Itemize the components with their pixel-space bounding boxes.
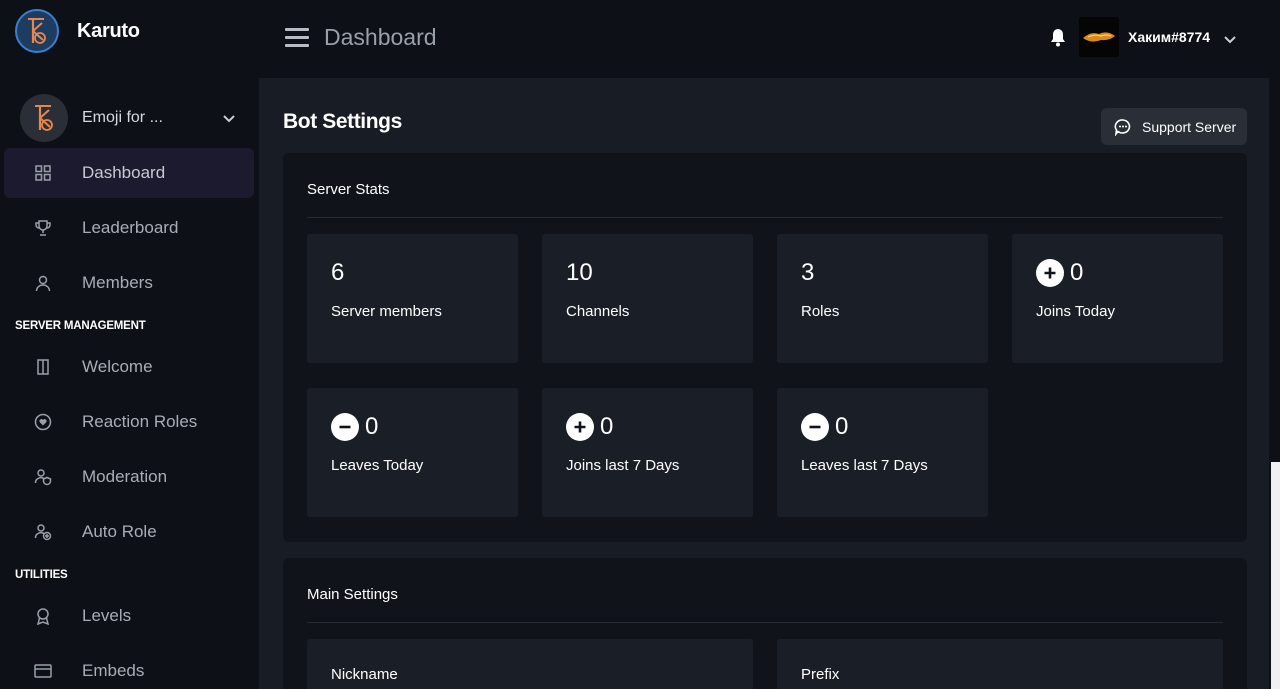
stat-label: Roles (801, 303, 840, 320)
sidebar-item-levels[interactable]: Levels (4, 591, 254, 641)
server-avatar (20, 94, 68, 142)
card-icon (34, 662, 52, 680)
prefix-setting[interactable]: Prefix (777, 639, 1223, 689)
sidebar-item-auto-role[interactable]: Auto Role (4, 507, 254, 557)
sidebar-item-reaction-roles[interactable]: Reaction Roles (4, 397, 254, 447)
stat-value: 0 (600, 413, 614, 440)
sidebar-item-label: Embeds (82, 661, 145, 680)
stat-value: 0 (835, 413, 849, 440)
panel-title: Main Settings (307, 586, 398, 603)
stat-value: 10 (566, 259, 593, 286)
setting-label: Nickname (331, 666, 398, 683)
minus-icon (331, 413, 359, 441)
stat-card-server-members: 6 Server members (307, 234, 518, 363)
sidebar-item-label: Reaction Roles (82, 412, 198, 431)
menu-icon[interactable] (285, 28, 309, 48)
sidebar-item-label: Dashboard (82, 163, 166, 182)
sidebar-item-leaderboard[interactable]: Leaderboard (4, 203, 254, 253)
stat-value: 0 (1070, 259, 1084, 286)
avatar[interactable] (1079, 17, 1119, 57)
stat-label: Joins last 7 Days (566, 457, 680, 474)
divider (307, 622, 1223, 623)
chat-icon (1114, 118, 1131, 136)
stat-card-joins-last-7-days: 0 Joins last 7 Days (542, 388, 753, 517)
chevron-down-icon[interactable] (1223, 32, 1237, 46)
support-server-button[interactable]: Support Server (1101, 108, 1247, 145)
stat-card-leaves-today: 0 Leaves Today (307, 388, 518, 517)
karuto-logo-icon (15, 9, 59, 53)
stat-label: Server members (331, 303, 442, 320)
door-icon (34, 358, 52, 376)
bell-icon[interactable] (1049, 27, 1067, 47)
user-icon (34, 274, 52, 292)
sidebar-item-moderation[interactable]: Moderation (4, 452, 254, 502)
sidebar-item-welcome[interactable]: Welcome (4, 342, 254, 392)
sidebar-item-label: Auto Role (82, 522, 157, 541)
server-stats-panel: Server Stats 6 Server members 10 Channel… (283, 153, 1247, 542)
stat-card-roles: 3 Roles (777, 234, 988, 363)
section-heading: Bot Settings (283, 110, 402, 133)
page-title: Dashboard (324, 24, 437, 50)
heart-circle-icon (34, 413, 52, 431)
main-content: Bot Settings Support Server Server Stats… (259, 78, 1269, 689)
section-title-server-management: SERVER MANAGEMENT (15, 320, 146, 332)
sidebar-item-label: Moderation (82, 467, 168, 486)
user-shield-icon (34, 468, 52, 486)
section-title-utilities: UTILITIES (15, 569, 68, 581)
grid-icon (34, 164, 52, 182)
scrollbar-thumb[interactable] (1271, 462, 1280, 689)
sidebar: Karuto Emoji for ... Dashboard Leaderboa… (0, 0, 259, 689)
top-bar: Dashboard Хаким#8774 (259, 0, 1280, 78)
stat-card-joins-today: 0 Joins Today (1012, 234, 1223, 363)
divider (307, 217, 1223, 218)
stat-card-channels: 10 Channels (542, 234, 753, 363)
stat-card-leaves-last-7-days: 0 Leaves last 7 Days (777, 388, 988, 517)
nickname-setting[interactable]: Nickname (307, 639, 753, 689)
stat-value: 6 (331, 259, 345, 286)
stat-label: Leaves Today (331, 457, 424, 474)
sidebar-item-embeds[interactable]: Embeds (4, 646, 254, 689)
sidebar-item-dashboard[interactable]: Dashboard (4, 148, 254, 198)
setting-label: Prefix (801, 666, 840, 683)
plus-icon (566, 413, 594, 441)
server-name: Emoji for ... (82, 109, 163, 126)
stat-label: Channels (566, 303, 630, 320)
stat-value: 0 (365, 413, 379, 440)
plus-icon (1036, 259, 1064, 287)
app-name: Karuto (77, 19, 140, 42)
sidebar-item-label: Members (82, 273, 153, 292)
user-name[interactable]: Хаким#8774 (1128, 29, 1210, 45)
panel-title: Server Stats (307, 181, 390, 198)
sidebar-item-label: Leaderboard (82, 218, 179, 237)
main-settings-panel: Main Settings Nickname Prefix (283, 558, 1247, 689)
user-plus-icon (34, 523, 52, 541)
sidebar-item-label: Levels (82, 606, 132, 625)
sidebar-item-members[interactable]: Members (4, 258, 254, 308)
stat-value: 3 (801, 259, 815, 286)
minus-icon (801, 413, 829, 441)
stat-label: Leaves last 7 Days (801, 457, 928, 474)
server-selector[interactable]: Emoji for ... (20, 93, 240, 143)
award-icon (34, 607, 52, 625)
support-server-label: Support Server (1142, 118, 1237, 135)
chevron-down-icon (223, 115, 235, 123)
brand[interactable]: Karuto (15, 8, 140, 54)
sidebar-item-label: Welcome (82, 357, 153, 376)
stat-label: Joins Today (1036, 303, 1115, 320)
trophy-icon (34, 219, 52, 237)
